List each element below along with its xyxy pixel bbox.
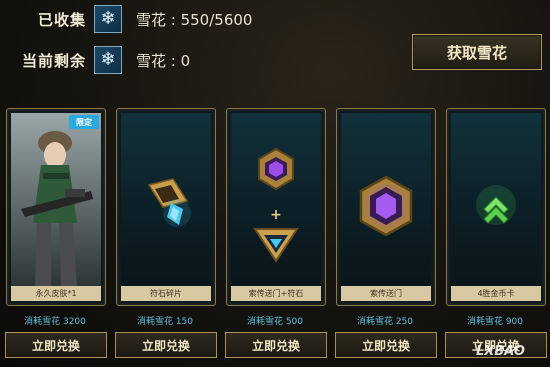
card-label: 4胜金币卡 [451, 286, 541, 301]
portal-art [341, 113, 431, 289]
snowflake-icon: ❄ [94, 5, 122, 33]
reward-card-rune-shard[interactable]: 符石碎片 [116, 108, 216, 306]
reward-card-gold-card[interactable]: 4胜金币卡 [446, 108, 546, 306]
site-watermark: LXBAO [476, 344, 525, 359]
collected-value: 雪花 : 550/5600 [136, 10, 253, 29]
snowflake-icon: ❄ [94, 46, 122, 74]
cost-text: 消耗雪花 150 [136, 317, 194, 327]
card-label: 永久皮肤*1 [11, 286, 101, 301]
remaining-value: 雪花 : 0 [136, 51, 191, 70]
remaining-label: 当前剩余 [21, 51, 86, 70]
cost-text: 消耗雪花 900 [466, 317, 524, 327]
redeem-button[interactable]: 立即兑换 [5, 332, 107, 358]
redeem-button[interactable]: 立即兑换 [335, 332, 437, 358]
reward-card-portal[interactable]: 索传送门 [336, 108, 436, 306]
redeem-button[interactable]: 立即兑换 [225, 332, 327, 358]
limited-badge: 限定 [69, 115, 99, 129]
chevron-rank-icon [476, 185, 516, 225]
remaining-row: 当前剩余 ❄ 雪花 : 0 [8, 45, 190, 75]
card-label: 符石碎片 [121, 286, 211, 301]
gold-card-art [451, 113, 541, 289]
portal-rune-art: + [231, 113, 321, 289]
cost-text: 消耗雪花 3200 [24, 317, 86, 327]
collected-label: 已收集 [37, 10, 86, 29]
cost-text: 消耗雪花 500 [246, 317, 304, 327]
soldier-illustration [11, 113, 101, 289]
rune-triangle-icon [253, 228, 299, 263]
portal-emblem-icon [359, 175, 413, 237]
cost-text: 消耗雪花 250 [356, 317, 414, 327]
rune-shard-icon [147, 178, 191, 227]
reward-card-portal-rune[interactable]: + 索传送门+符石 [226, 108, 326, 306]
skin-art: 限定 [11, 113, 101, 289]
reward-card-skin[interactable]: 限定 永久皮肤*1 [6, 108, 106, 306]
redeem-button[interactable]: 立即兑换 [115, 332, 217, 358]
rune-shard-art [121, 113, 211, 289]
card-label: 索传送门+符石 [231, 286, 321, 301]
collected-row: 已收集 ❄ 雪花 : 550/5600 [8, 4, 252, 34]
get-snowflake-button[interactable]: 获取雪花 [412, 34, 542, 70]
card-label: 索传送门 [341, 286, 431, 301]
